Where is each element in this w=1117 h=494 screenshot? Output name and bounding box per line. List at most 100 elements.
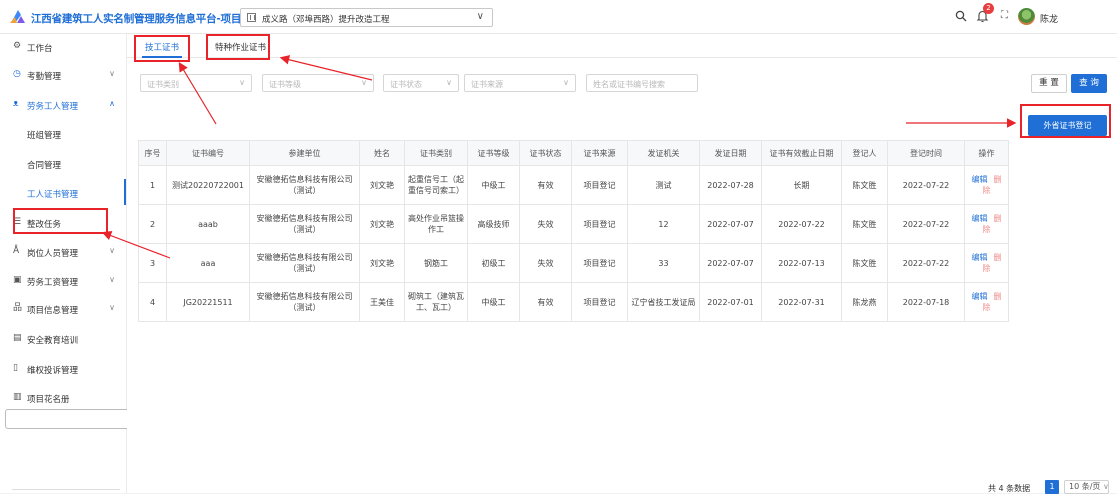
query-button[interactable]: 查 询: [1071, 74, 1107, 93]
header-cell: 证书状态: [519, 140, 572, 166]
table-cell: 2022-07-07: [699, 204, 762, 244]
header-cell: 登记人: [841, 140, 888, 166]
table-cell: 2022-07-22: [887, 204, 965, 244]
table-cell: 起重信号工（起重信号司索工）: [404, 165, 468, 205]
table-cell: 辽宁省技工发证局: [627, 282, 700, 322]
table-cell: 安徽德拓信息科技有限公司（测试）: [249, 165, 360, 205]
sidebar-item-teams[interactable]: 班组管理: [0, 120, 127, 146]
sidebar-item-certificates[interactable]: 工人证书管理: [0, 179, 127, 205]
table-cell: 2022-07-28: [699, 165, 762, 205]
table-cell: JG20221511: [166, 282, 250, 322]
avatar[interactable]: [1018, 8, 1035, 25]
table-row: 4 JG20221511 安徽德拓信息科技有限公司（测试） 王美佳 砌筑工（建筑…: [138, 282, 1009, 322]
level-select-placeholder: 证书等级: [269, 80, 301, 89]
sidebar-item-positions[interactable]: Å 岗位人员管理 ∨: [0, 239, 127, 265]
source-select[interactable]: 证书来源 ∨: [464, 74, 576, 92]
chevron-down-icon: ∨: [109, 246, 115, 255]
header-cell: 证书有效截止日期: [761, 140, 842, 166]
level-select[interactable]: 证书等级 ∨: [262, 74, 374, 92]
app-title: 江西省建筑工人实名制管理服务信息平台-项目端: [31, 13, 252, 25]
header-cell: 证书等级: [467, 140, 520, 166]
table-row: 2 aaab 安徽德拓信息科技有限公司（测试） 刘文艳 高处作业吊篮操作工 高级…: [138, 204, 1009, 244]
chevron-down-icon: ∨: [109, 303, 115, 312]
sidebar-item-label: 劳务工人管理: [27, 102, 79, 112]
fullscreen-icon[interactable]: ⛶: [1001, 10, 1008, 21]
source-select-placeholder: 证书来源: [471, 80, 503, 89]
table-cell: 失效: [519, 243, 572, 283]
table-cell: 2022-07-07: [699, 243, 762, 283]
header-cell: 发证日期: [699, 140, 762, 166]
actions-cell: 编辑 删除: [964, 204, 1009, 244]
annotation-box-tab: [134, 35, 190, 62]
app-logo-icon: [10, 10, 25, 23]
home-icon: ⚙: [13, 41, 22, 51]
table-cell: 安徽德拓信息科技有限公司（测试）: [249, 204, 360, 244]
table-cell: 项目登记: [571, 204, 628, 244]
status-select[interactable]: 证书状态 ∨: [383, 74, 459, 92]
sidebar-item-label: 岗位人员管理: [27, 249, 79, 259]
table-cell: 12: [627, 204, 700, 244]
table-cell: 刘文艳: [359, 243, 405, 283]
wallet-icon: ▣: [13, 275, 22, 285]
edit-link[interactable]: 编辑: [972, 253, 988, 262]
table-cell: 项目登记: [571, 243, 628, 283]
table-cell: 砌筑工（建筑瓦工、瓦工）: [404, 282, 468, 322]
chevron-up-icon: ∧: [109, 99, 115, 108]
edit-link[interactable]: 编辑: [972, 175, 988, 184]
category-select[interactable]: 证书类别 ∨: [140, 74, 252, 92]
sidebar-item-roster[interactable]: ▥ 项目花名册: [0, 385, 127, 411]
chevron-down-icon: ∨: [1102, 482, 1109, 491]
chevron-down-icon: ∨: [109, 275, 115, 284]
table-cell: 2: [138, 204, 167, 244]
search-input-placeholder: 姓名或证书编号搜索: [593, 80, 665, 89]
table-cell: 陈龙燕: [841, 282, 888, 322]
project-select[interactable]: 成义路（邓埠西路）提升改造工程 ∨: [240, 8, 493, 27]
sidebar-item-workers[interactable]: ᴥ 劳务工人管理 ∧: [0, 92, 127, 118]
table-cell: 陈文胜: [841, 243, 888, 283]
sidebar-item-wages[interactable]: ▣ 劳务工资管理 ∨: [0, 268, 127, 294]
table-cell: 2022-07-22: [761, 204, 842, 244]
pager-page-1[interactable]: 1: [1045, 480, 1059, 494]
sidebar-item-label: 安全教育培训: [27, 336, 79, 346]
sidebar-item-contracts[interactable]: 合同管理: [0, 150, 127, 176]
chevron-down-icon: ∨: [239, 78, 245, 87]
header-cell: 参建单位: [249, 140, 360, 166]
sidebar-item-label: 班组管理: [27, 131, 62, 141]
sidebar-item-complaints[interactable]: ▯ 维权投诉管理: [0, 356, 127, 382]
sidebar-item-label: 项目信息管理: [27, 306, 79, 316]
tab-bar: 技工证书 特种作业证书: [127, 34, 1117, 58]
reset-button[interactable]: 重 置: [1031, 74, 1067, 93]
table-cell: 4: [138, 282, 167, 322]
table-cell: 2022-07-31: [761, 282, 842, 322]
user-name[interactable]: 陈龙: [1040, 12, 1058, 25]
header-cell: 登记时间: [887, 140, 965, 166]
sidebar-item-safety[interactable]: ▤ 安全教育培训: [0, 326, 127, 352]
table-cell: 刘文艳: [359, 165, 405, 205]
table-cell: 2022-07-13: [761, 243, 842, 283]
table-cell: 中级工: [467, 165, 520, 205]
sidebar-item-attendance[interactable]: ◷ 考勤管理 ∨: [0, 62, 127, 88]
sidebar-item-project-info[interactable]: 品 项目信息管理 ∨: [0, 296, 127, 322]
chevron-down-icon: ∨: [446, 78, 452, 87]
table-cell: 项目登记: [571, 282, 628, 322]
page-size-select[interactable]: 10 条/页 ∨: [1064, 480, 1109, 494]
edit-link[interactable]: 编辑: [972, 214, 988, 223]
category-select-placeholder: 证书类别: [147, 80, 179, 89]
table-cell: 3: [138, 243, 167, 283]
page-size-value: 10 条/页: [1069, 482, 1101, 491]
search-icon[interactable]: [955, 10, 967, 22]
actions-cell: 编辑 删除: [964, 165, 1009, 205]
search-input[interactable]: 姓名或证书编号搜索: [586, 74, 698, 92]
sidebar-item-workbench[interactable]: ⚙ 工作台: [0, 34, 127, 60]
header-cell: 序号: [138, 140, 167, 166]
chevron-down-icon: ∨: [109, 69, 115, 78]
annotation-box-add-button: [1020, 104, 1111, 138]
table-cell: 长期: [761, 165, 842, 205]
edit-link[interactable]: 编辑: [972, 292, 988, 301]
table-cell: 中级工: [467, 282, 520, 322]
table-cell: 有效: [519, 282, 572, 322]
table-cell: 2022-07-22: [887, 243, 965, 283]
table-cell: 测试: [627, 165, 700, 205]
table-cell: 王美佳: [359, 282, 405, 322]
sidebar-item-label: 维权投诉管理: [27, 366, 79, 376]
